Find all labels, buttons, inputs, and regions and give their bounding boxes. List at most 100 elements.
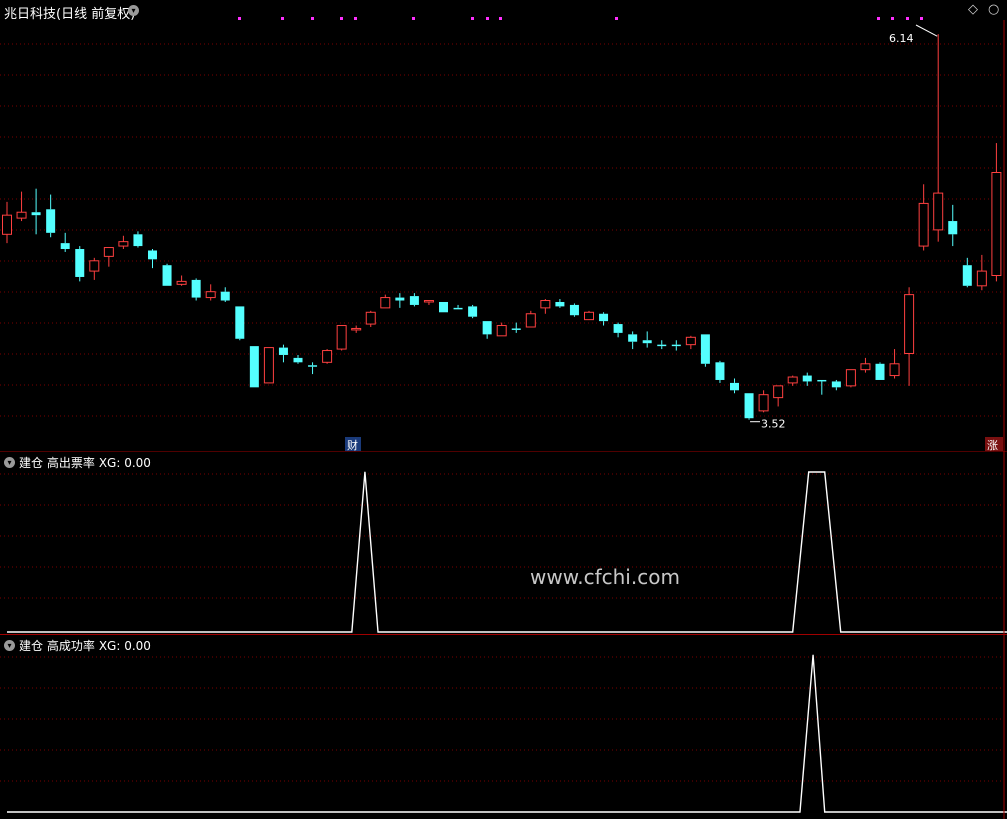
candle-23 <box>336 325 347 351</box>
candle-body <box>700 334 710 364</box>
candle-body <box>118 241 129 247</box>
candle-43 <box>628 331 638 350</box>
signal-dot-2 <box>311 17 314 20</box>
candle-body <box>308 365 318 367</box>
indicator-2-name: 建仓 高成功率 <box>19 639 95 653</box>
candle-body <box>468 306 478 317</box>
main-grid <box>0 43 1004 417</box>
signal-dot-4 <box>354 17 357 20</box>
candle-47 <box>685 335 696 350</box>
xg-peak-point-2 <box>364 471 366 473</box>
candle-body <box>744 393 754 419</box>
candle-30 <box>439 301 448 313</box>
candle-65 <box>948 204 958 247</box>
signal-dot-8 <box>499 17 502 20</box>
candle-body <box>31 212 41 216</box>
candle-48 <box>700 334 710 367</box>
candle-52 <box>758 390 769 413</box>
candle-41 <box>599 312 609 326</box>
candle-5 <box>75 246 85 282</box>
candle-body <box>191 279 201 298</box>
candle-12 <box>176 275 187 286</box>
candle-13 <box>191 278 201 301</box>
candle-44 <box>642 331 652 348</box>
chevron-down-icon[interactable]: ▾ <box>4 640 15 651</box>
candle-body <box>16 211 27 219</box>
indicator-panel-2: ▾ 建仓 高成功率 XG: 0.00 <box>0 635 1007 819</box>
candle-body <box>584 311 594 321</box>
candle-body <box>395 297 405 301</box>
zhang-marker[interactable]: 涨 <box>985 437 1003 452</box>
candle-28 <box>409 293 419 307</box>
candle-body <box>773 385 784 399</box>
candle-27 <box>395 293 405 308</box>
signal-dot-3 <box>340 17 343 20</box>
candle-18 <box>263 347 274 384</box>
signal-dot-0 <box>238 17 241 20</box>
candle-body <box>628 334 638 342</box>
candle-body <box>423 300 434 303</box>
candle-59 <box>860 357 871 373</box>
candle-body <box>860 363 871 371</box>
candle-49 <box>715 360 725 383</box>
signal-dot-5 <box>412 17 415 20</box>
candle-body <box>365 311 376 325</box>
signal-dot-9 <box>615 17 618 20</box>
candle-body <box>831 381 841 388</box>
candle-body <box>817 379 827 382</box>
xg-peak-point-5 <box>808 471 810 473</box>
cai-marker[interactable]: 财 <box>345 437 361 452</box>
candle-body <box>263 347 274 384</box>
candle-body <box>904 294 915 354</box>
candle-body <box>918 202 929 247</box>
candle-24 <box>351 325 362 333</box>
watermark: www.cfchi.com <box>530 565 680 589</box>
zhang-label: 涨 <box>987 439 998 452</box>
indicator-2-title: ▾ 建仓 高成功率 XG: 0.00 <box>4 637 151 654</box>
indicator-chart-1[interactable] <box>0 452 1007 635</box>
candles <box>2 34 1002 420</box>
chevron-down-icon[interactable]: ▾ <box>4 457 15 468</box>
candle-body <box>685 336 696 346</box>
candle-body <box>453 307 463 310</box>
signal-dot-13 <box>920 17 923 20</box>
candle-body <box>730 382 739 391</box>
cai-label: 财 <box>347 438 358 452</box>
candle-54 <box>787 375 798 386</box>
candle-35 <box>511 322 521 333</box>
indicator-1-title: ▾ 建仓 高出票率 XG: 0.00 <box>4 454 151 471</box>
candle-body <box>933 192 944 231</box>
candle-46 <box>671 340 681 351</box>
candle-34 <box>496 322 507 337</box>
candle-body <box>671 344 681 347</box>
candle-body <box>60 243 70 250</box>
indicator-chart-2[interactable] <box>0 635 1007 819</box>
candle-42 <box>613 322 623 338</box>
signal-dot-7 <box>486 17 489 20</box>
candle-body <box>439 301 448 313</box>
high-arrow <box>915 24 938 37</box>
candle-32 <box>468 304 478 319</box>
candle-4 <box>60 232 70 252</box>
candle-body <box>511 328 521 330</box>
candle-body <box>845 369 856 387</box>
candle-body <box>875 363 885 380</box>
candle-body <box>540 300 551 309</box>
candlestick-chart[interactable]: 6.14 3.52 财 涨 <box>0 0 1007 452</box>
candle-body <box>569 304 579 316</box>
candle-14 <box>205 284 216 301</box>
candle-10 <box>148 249 157 269</box>
candle-body <box>235 306 245 339</box>
candle-body <box>758 394 769 412</box>
signal-dot-10 <box>877 17 880 20</box>
candle-body <box>802 375 812 382</box>
candle-68 <box>991 143 1002 282</box>
candle-53 <box>773 385 784 407</box>
candle-6 <box>89 257 100 280</box>
candle-body <box>75 249 85 277</box>
candle-50 <box>730 378 739 394</box>
sub1-xg-line <box>7 471 1007 633</box>
candle-body <box>148 250 157 260</box>
candle-56 <box>817 379 827 395</box>
candle-body <box>991 172 1002 276</box>
